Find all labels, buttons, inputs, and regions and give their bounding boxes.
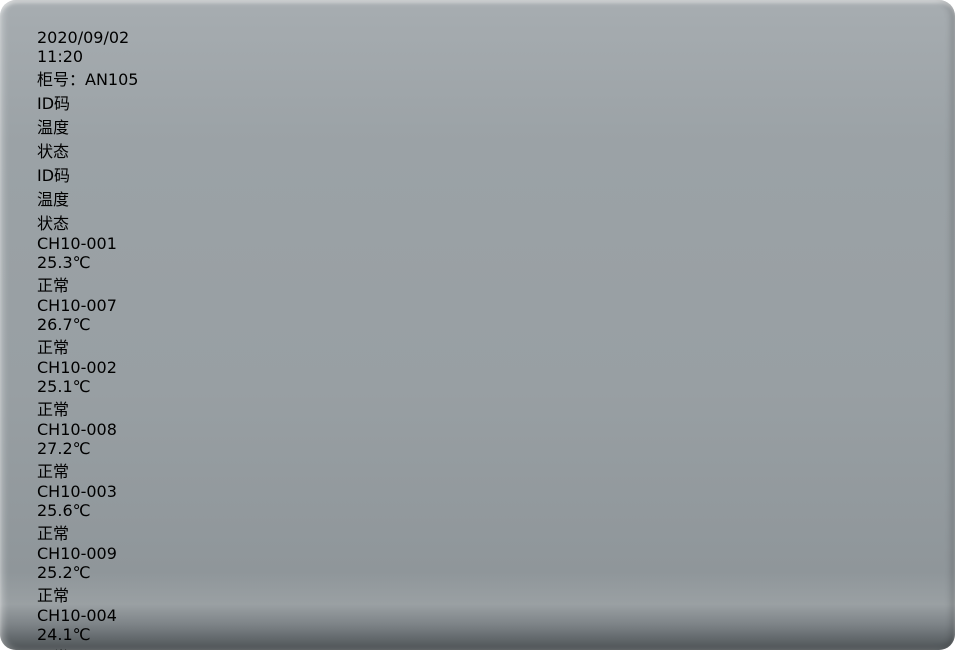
header-temp-2: 温度 bbox=[37, 186, 917, 210]
front-panel-inset: 2020/09/02 11:20 柜号：AN105 ID码 温度 状态 ID码 … bbox=[37, 28, 917, 623]
cell-status: 正常 bbox=[37, 458, 917, 482]
table-header-row: ID码 温度 状态 ID码 温度 状态 bbox=[37, 90, 917, 234]
screenshot-stage: 2020/09/02 11:20 柜号：AN105 ID码 温度 状态 ID码 … bbox=[0, 0, 955, 650]
temperature-table: ID码 温度 状态 ID码 温度 状态 CH10-001 25.3℃ 正常 bbox=[37, 90, 917, 650]
header-temp-1: 温度 bbox=[37, 114, 917, 138]
header-status-1: 状态 bbox=[37, 138, 917, 162]
cell-temperature: 25.2℃ bbox=[37, 563, 917, 582]
screen-bezel: 2020/09/02 11:20 柜号：AN105 ID码 温度 状态 ID码 … bbox=[37, 28, 917, 650]
time-display: 11:20 bbox=[37, 47, 917, 66]
cell-status: 正常 bbox=[37, 644, 917, 650]
header-id-2: ID码 bbox=[37, 162, 917, 186]
cell-temperature: 25.3℃ bbox=[37, 253, 917, 272]
cell-temperature: 26.7℃ bbox=[37, 315, 917, 334]
cell-id: CH10-003 bbox=[37, 482, 917, 501]
cell-status: 正常 bbox=[37, 272, 917, 296]
cell-id: CH10-007 bbox=[37, 296, 917, 315]
table-row: CH10-003 25.6℃ 正常 CH10-009 25.2℃ 正常 bbox=[37, 482, 917, 606]
screen-surround-panel: 2020/09/02 11:20 柜号：AN105 ID码 温度 状态 ID码 … bbox=[37, 28, 917, 650]
cell-id: CH10-004 bbox=[37, 606, 917, 625]
cell-status: 正常 bbox=[37, 582, 917, 606]
date-display: 2020/09/02 bbox=[37, 28, 917, 47]
table-row: CH10-004 24.1℃ 正常 CH10-010 25.0℃ 正常 bbox=[37, 606, 917, 650]
cell-id: CH10-002 bbox=[37, 358, 917, 377]
cabinet-number-label: 柜号：AN105 bbox=[37, 66, 917, 90]
header-id-1: ID码 bbox=[37, 90, 917, 114]
cell-status: 正常 bbox=[37, 520, 917, 544]
cell-temperature: 27.2℃ bbox=[37, 439, 917, 458]
cell-temperature: 25.6℃ bbox=[37, 501, 917, 520]
cell-status: 正常 bbox=[37, 334, 917, 358]
hmi-device: 2020/09/02 11:20 柜号：AN105 ID码 温度 状态 ID码 … bbox=[0, 0, 955, 650]
cell-temperature: 24.1℃ bbox=[37, 625, 917, 644]
table-row: CH10-001 25.3℃ 正常 CH10-007 26.7℃ 正常 bbox=[37, 234, 917, 358]
cell-id: CH10-008 bbox=[37, 420, 917, 439]
cell-temperature: 25.1℃ bbox=[37, 377, 917, 396]
lcd-screen: 2020/09/02 11:20 柜号：AN105 ID码 温度 状态 ID码 … bbox=[37, 28, 917, 650]
cell-status: 正常 bbox=[37, 396, 917, 420]
table-row: CH10-002 25.1℃ 正常 CH10-008 27.2℃ 正常 bbox=[37, 358, 917, 482]
header-status-2: 状态 bbox=[37, 210, 917, 234]
cell-id: CH10-001 bbox=[37, 234, 917, 253]
cell-id: CH10-009 bbox=[37, 544, 917, 563]
